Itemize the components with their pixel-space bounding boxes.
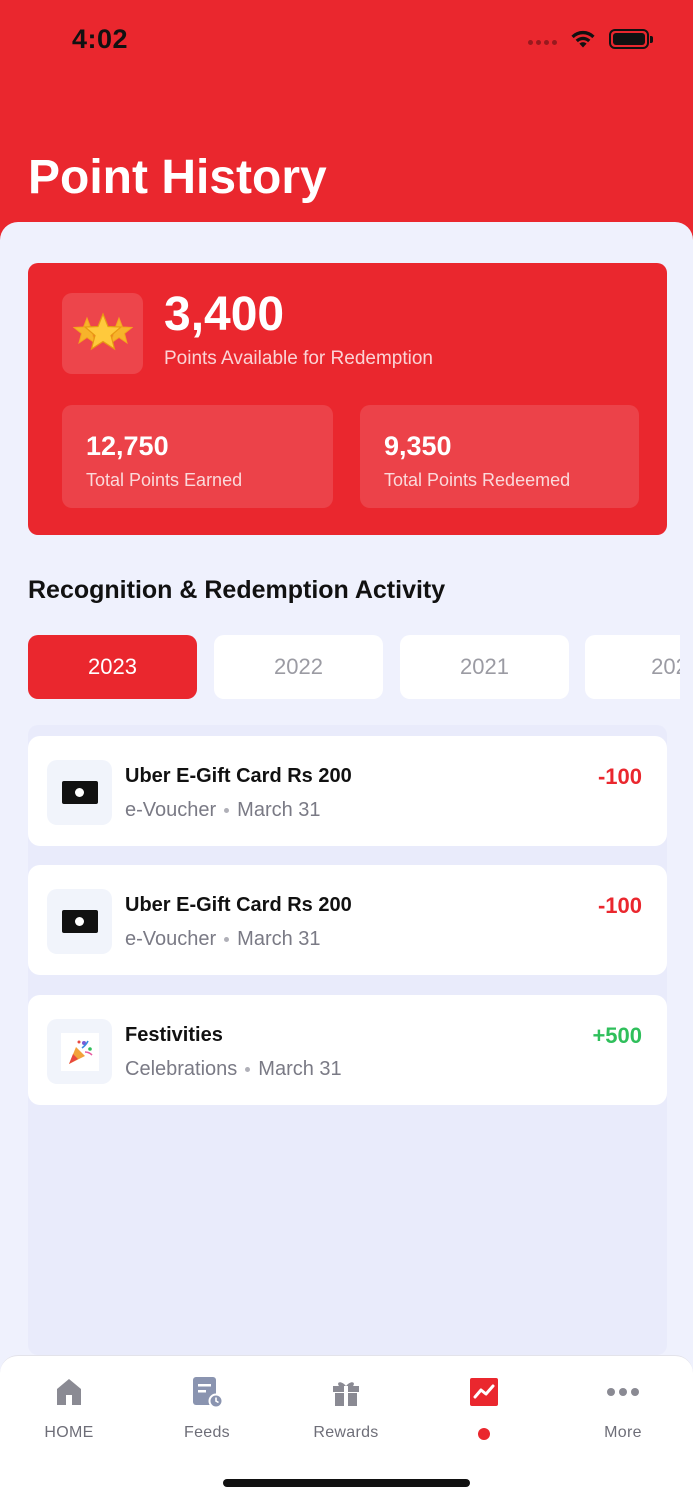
activity-item-category: Celebrations [125,1058,238,1080]
tab-point-history[interactable] [415,1356,553,1466]
status-indicators [528,28,653,49]
activity-item-points: -100 [597,764,642,789]
dot-separator [224,937,230,942]
home-icon [52,1375,86,1409]
page-title: Point History [28,151,327,204]
tab-year-2022[interactable]: 2022 [214,635,383,699]
status-time: 4:02 [72,24,129,54]
total-redeemed-card: 9,350 Total Points Redeemed [360,405,639,508]
total-earned-card: 12,750 Total Points Earned [62,405,333,508]
activity-item-points: -100 [597,893,642,918]
bottom-tab-bar: HOME Feeds Rewards More [0,1355,693,1500]
activity-item-meta: e-Voucher March 31 [125,799,321,822]
activity-item-category: e-Voucher [125,799,217,821]
signal-icon [528,40,557,45]
tab-feeds[interactable]: Feeds [138,1356,276,1466]
dot-separator [224,808,230,813]
activity-section-title: Recognition & Redemption Activity [28,576,446,604]
points-available-label: Points Available for Redemption [164,348,433,369]
tab-rewards-label: Rewards [313,1424,379,1441]
header-bar: 4:02 Point History [0,0,693,250]
activity-item-date: March 31 [237,928,321,950]
activity-item-title: Uber E-Gift Card Rs 200 [125,894,352,916]
total-earned-value: 12,750 [86,431,169,461]
tab-year-2023[interactable]: 2023 [28,635,197,699]
chart-icon [467,1375,501,1409]
home-indicator [223,1479,470,1487]
activity-item[interactable]: Uber E-Gift Card Rs 200 e-Voucher March … [28,865,667,975]
activity-item-category: e-Voucher [125,928,217,950]
dot-separator [245,1067,251,1072]
tab-home-label: HOME [44,1424,94,1441]
activity-item[interactable]: Uber E-Gift Card Rs 200 e-Voucher March … [28,736,667,846]
activity-item-title: Festivities [125,1024,223,1046]
tab-year-2021[interactable]: 2021 [400,635,569,699]
star-icon [62,293,143,374]
tab-more[interactable]: More [554,1356,692,1466]
points-available-value: 3,400 [164,288,285,341]
tab-home[interactable]: HOME [0,1356,138,1466]
activity-item[interactable]: Festivities Celebrations March 31 +500 [28,995,667,1105]
tab-more-label: More [604,1424,642,1441]
feeds-icon [190,1375,224,1409]
tab-year-partial[interactable]: 202 [585,635,680,699]
total-redeemed-label: Total Points Redeemed [384,470,571,490]
total-redeemed-value: 9,350 [384,431,452,461]
confetti-icon [47,1019,112,1084]
activity-item-title: Uber E-Gift Card Rs 200 [125,765,352,787]
gift-card-icon [47,889,112,954]
battery-icon [609,28,653,49]
more-icon [606,1375,640,1409]
activity-item-date: March 31 [237,799,321,821]
total-earned-label: Total Points Earned [86,470,243,490]
gift-card-icon [47,760,112,825]
active-tab-indicator [478,1428,490,1440]
activity-item-date: March 31 [258,1058,342,1080]
wifi-icon [571,30,595,48]
activity-item-meta: Celebrations March 31 [125,1058,342,1081]
activity-item-points: +500 [592,1023,642,1048]
activity-item-meta: e-Voucher March 31 [125,928,321,951]
tab-rewards[interactable]: Rewards [277,1356,415,1466]
year-filter-tabs: 2023 2022 2021 202 [28,634,680,702]
tab-feeds-label: Feeds [184,1424,230,1441]
points-summary-card: 3,400 Points Available for Redemption 12… [28,263,667,535]
gift-icon [329,1375,363,1409]
